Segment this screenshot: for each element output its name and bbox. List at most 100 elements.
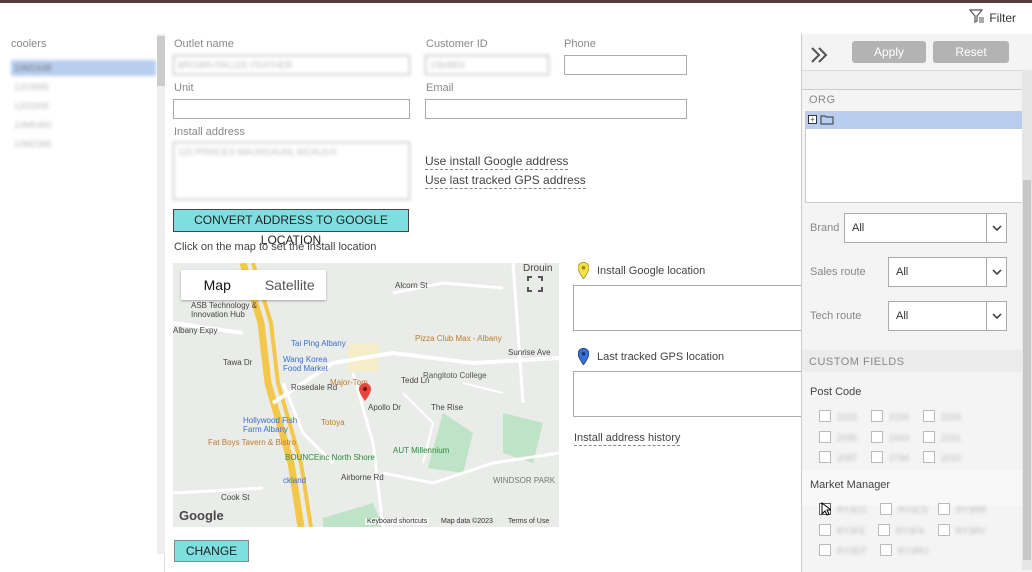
expand-icon[interactable]: + [808, 115, 817, 124]
poi-asb: ASB Technology & Innovation Hub [191, 301, 258, 319]
brand-select[interactable]: All [844, 213, 1007, 243]
filter-icon [969, 9, 985, 26]
google-logo: Google [179, 508, 224, 523]
location-pin-icon[interactable] [359, 383, 371, 404]
coolers-scrollbar[interactable] [157, 34, 165, 554]
market-manager-option: RY3CS [898, 505, 928, 515]
filter-panel-scrollbar[interactable] [1022, 70, 1032, 570]
map-terms[interactable]: Terms of Use [508, 518, 549, 525]
org-tree: + [805, 111, 1023, 203]
apply-button[interactable]: Apply [852, 41, 926, 63]
change-button[interactable]: CHANGE [174, 540, 249, 562]
post-code-label: Post Code [810, 386, 862, 398]
tab-satellite[interactable]: Satellite [254, 270, 327, 300]
list-item[interactable]: 1203685 [11, 79, 156, 95]
last-gps-location-box [573, 371, 802, 417]
poi-pizza-club: Pizza Club Max - Albany [415, 334, 502, 343]
post-code-option: 2443 [889, 433, 910, 443]
poi-sunrise: Sunrise Ave [508, 348, 551, 357]
outlet-name-input[interactable]: BROWN PALLEE FEATHER [173, 55, 410, 75]
install-address-textarea[interactable]: 115 PRINCES MAUNGAUNL MCALIUX [173, 142, 410, 200]
filter-panel: Apply Reset ORG + Brand All Sales route … [801, 34, 1032, 572]
post-code-checkbox[interactable] [819, 410, 831, 422]
org-header: ORG [809, 94, 836, 106]
market-manager-option: RY3RV [956, 526, 986, 536]
org-tree-row[interactable]: + [806, 112, 1022, 129]
folder-icon [820, 114, 834, 128]
poi-wang-korea: Wang Korea Food Market [283, 355, 328, 373]
poi-windsor: WINDSOR PARK [493, 476, 556, 485]
google-map[interactable]: Map Satellite ASB Technology & Innovatio… [173, 263, 559, 527]
last-gps-location-label: Last tracked GPS location [597, 351, 725, 363]
yellow-pin-icon [577, 261, 590, 282]
post-code-checkbox[interactable] [819, 451, 831, 463]
tab-map[interactable]: Map [181, 270, 254, 300]
poi-rosedale: Rosedale Rd [291, 383, 338, 392]
market-manager-checkbox[interactable] [819, 544, 831, 556]
poi-ted-ln: Tedd Ln [401, 376, 430, 385]
email-input[interactable] [425, 99, 687, 119]
install-address-label: Install address [174, 126, 245, 138]
use-last-gps-link[interactable]: Use last tracked GPS address [425, 173, 586, 189]
phone-input[interactable] [564, 55, 687, 75]
post-code-checkbox[interactable] [871, 410, 883, 422]
install-address-history-link[interactable]: Install address history [574, 432, 681, 446]
fullscreen-icon[interactable] [526, 275, 544, 293]
chevron-down-icon [986, 258, 1006, 286]
poi-fat-boys: Fat Boys Tavern & Bistro [208, 438, 296, 447]
map-hint: Click on the map to set the install loca… [174, 241, 377, 253]
sales-route-select[interactable]: All [888, 257, 1007, 287]
poi-hollywood-fish: Hollywood Fish Farm Albany [243, 416, 298, 434]
post-code-checkbox[interactable] [871, 431, 883, 443]
unit-input[interactable] [173, 99, 410, 119]
coolers-header: coolers [11, 38, 47, 50]
map-keyboard-shortcuts[interactable]: Keyboard shortcuts [365, 518, 430, 525]
use-install-google-link[interactable]: Use install Google address [425, 154, 569, 170]
post-code-checkbox[interactable] [871, 451, 883, 463]
install-google-location-label: Install Google location [597, 265, 706, 277]
list-item[interactable]: 10M2365 [11, 136, 156, 152]
list-item[interactable]: 10M1648 [11, 60, 156, 76]
customer-id-input[interactable]: 1364853 [425, 55, 549, 75]
email-label: Email [426, 82, 454, 94]
market-manager-checkbox[interactable] [938, 503, 950, 515]
map-type-tabs: Map Satellite [181, 270, 326, 300]
poi-bounce: BOUNCEinc North Shore [285, 453, 375, 462]
list-item[interactable]: 10M5450 [11, 117, 156, 133]
convert-address-button[interactable]: CONVERT ADDRESS TO GOOGLE LOCATION [173, 209, 409, 247]
post-code-checkbox[interactable] [923, 410, 935, 422]
filter-button[interactable]: Filter [969, 9, 1016, 26]
post-code-checkbox[interactable] [819, 431, 831, 443]
market-manager-checkbox[interactable] [819, 524, 831, 536]
brand-label: Brand [810, 222, 840, 234]
tech-route-select[interactable]: All [888, 301, 1007, 331]
customer-id-label: Customer ID [426, 38, 488, 50]
blue-pin-icon [577, 347, 590, 368]
poi-albany-expy: Albany Expy [173, 326, 218, 335]
custom-fields-header: CUSTOM FIELDS [809, 356, 905, 368]
poi-the-rise: The Rise [431, 403, 464, 412]
poi-drouin: Drouin [523, 263, 553, 274]
post-code-option: 2026 [941, 412, 962, 422]
coolers-panel: coolers 10M1648 1203685 1203305 10M5450 … [0, 34, 165, 572]
market-manager-checkbox[interactable] [880, 544, 892, 556]
post-code-checkbox[interactable] [923, 431, 935, 443]
post-code-option: 2152 [837, 412, 858, 422]
collapse-panel-icon[interactable] [810, 46, 830, 67]
unit-label: Unit [174, 82, 194, 94]
poi-kland: ckland [283, 476, 307, 485]
install-google-location-box [573, 285, 802, 331]
market-manager-option: RY3RR [956, 505, 987, 515]
reset-button[interactable]: Reset [933, 41, 1009, 63]
market-manager-option: RY3CC [837, 505, 868, 515]
list-item[interactable]: 1203305 [11, 98, 156, 114]
market-manager-checkbox[interactable] [878, 524, 890, 536]
market-manager-checkbox[interactable] [938, 524, 950, 536]
post-code-checkbox[interactable] [923, 451, 935, 463]
tech-route-label: Tech route [810, 310, 862, 322]
filter-label: Filter [989, 10, 1016, 25]
market-manager-checkbox[interactable] [880, 503, 892, 515]
poi-cook-st: Cook St [221, 493, 250, 502]
market-manager-option: RY3DT [837, 546, 867, 556]
poi-alcorn: Alcorn St [395, 281, 428, 290]
